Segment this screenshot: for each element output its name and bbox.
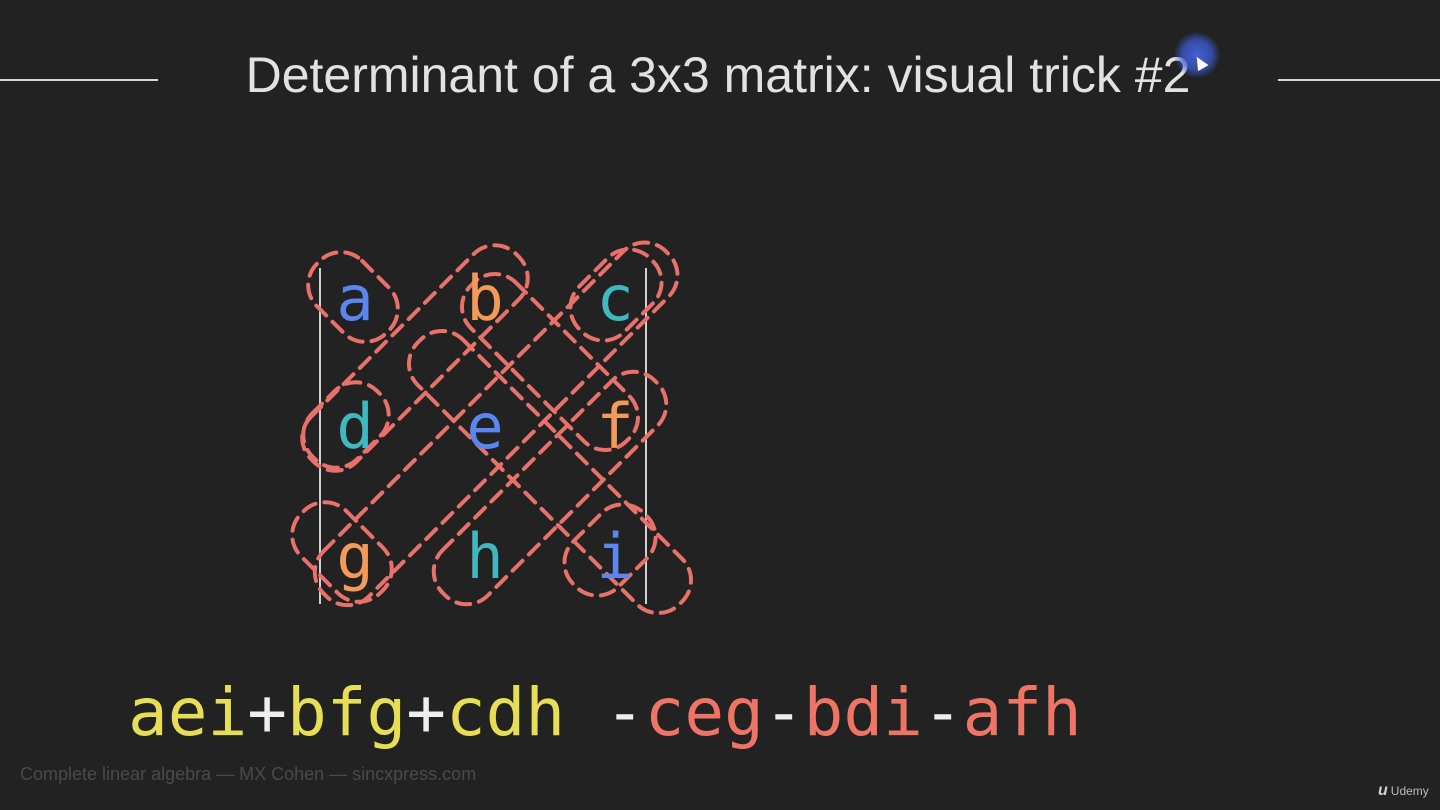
formula-term: bdi <box>803 674 923 751</box>
formula-term: + <box>406 674 446 751</box>
matrix-cell-e: e <box>466 390 503 463</box>
formula-term: cdh <box>445 674 566 751</box>
determinant-formula: aei+bfg+cdh -ceg-bdi-afh <box>128 680 1082 746</box>
matrix-cell-g: g <box>336 520 373 593</box>
udemy-icon: u <box>1378 782 1388 799</box>
matrix-cell-i: i <box>596 520 633 593</box>
matrix-cell-f: f <box>596 390 633 463</box>
loop-fh <box>431 369 669 607</box>
matrix-cell-a: a <box>336 262 373 335</box>
udemy-label: Udemy <box>1390 784 1429 798</box>
formula-positive-terms: aei+bfg+cdh <box>128 674 565 751</box>
formula-term: bfg <box>286 674 407 751</box>
formula-term: aei <box>128 674 248 751</box>
formula-term: + <box>247 674 287 751</box>
matrix-cell-c: c <box>596 262 633 335</box>
matrix-cell-b: b <box>466 262 503 335</box>
matrix-cell-d: d <box>336 390 373 463</box>
formula-term: - <box>763 674 804 751</box>
loop-ei <box>406 328 694 616</box>
footer-credit: Complete linear algebra — MX Cohen — sin… <box>20 764 477 784</box>
udemy-logo: u Udemy <box>1378 782 1429 800</box>
formula-negative-terms: -ceg-bdi-afh <box>565 674 1082 751</box>
formula-term: - <box>565 674 645 751</box>
matrix-cell-h: h <box>466 520 503 593</box>
formula-term: ceg <box>644 674 764 751</box>
formula-term: afh <box>962 674 1082 751</box>
formula-term: - <box>922 674 963 751</box>
